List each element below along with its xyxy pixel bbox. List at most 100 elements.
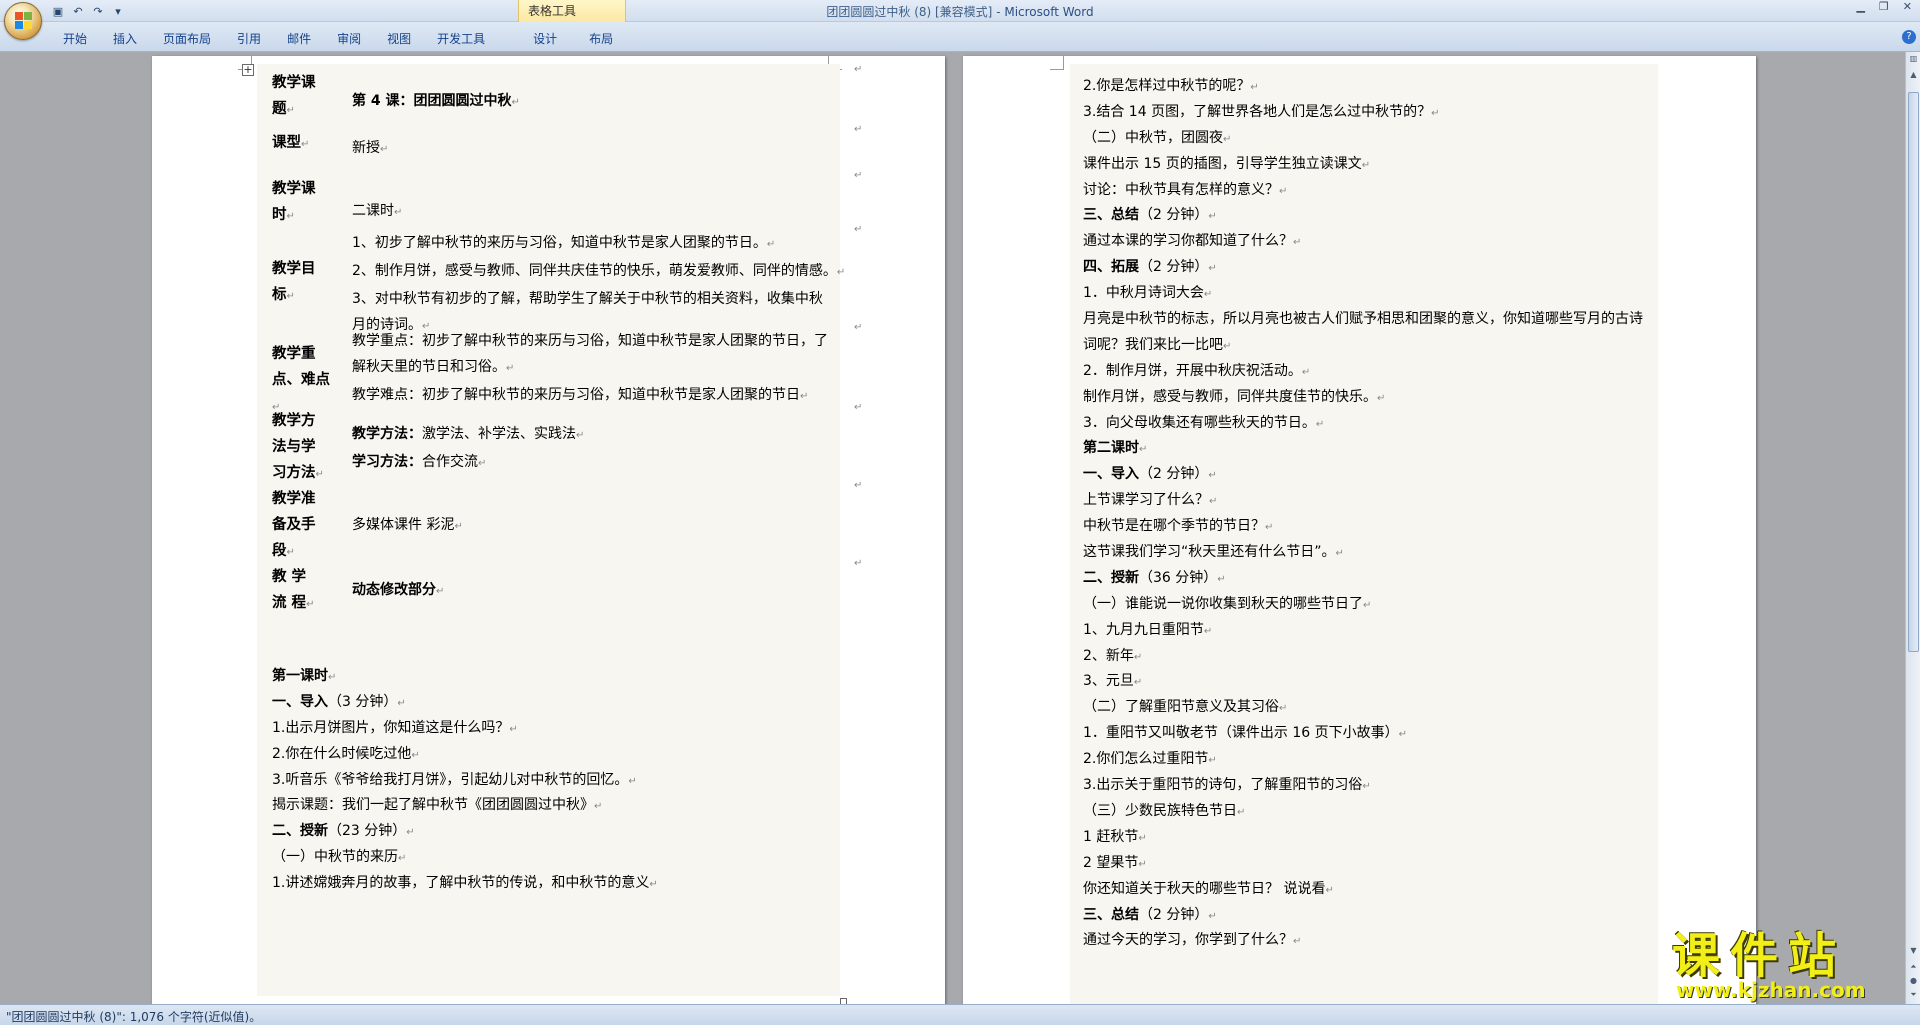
paragraph-mark-icon: ↵ — [286, 105, 295, 116]
text-line: 2、新年↵ — [1083, 644, 1653, 670]
tab-references[interactable]: 引用 — [224, 30, 274, 48]
paragraph-mark-icon: ↵ — [315, 469, 324, 480]
paragraph-mark-icon: ↵ — [1208, 755, 1217, 767]
end-of-row-mark-icon: ↵ — [854, 170, 863, 181]
row-content: 二课时↵ — [352, 198, 842, 226]
end-of-row-mark-icon: ↵ — [854, 64, 863, 75]
tab-developer[interactable]: 开发工具 — [424, 30, 498, 48]
vertical-scrollbar[interactable]: ▥ ▲ ▼ ⏶ ● ⏷ — [1905, 52, 1920, 1004]
table-row: 教学方 法与学 习方法↵ 教学方法：激学法、补学法、实践法↵ 学习方法：合作交流↵ ↵ — [272, 402, 862, 486]
browse-object-icon[interactable]: ● — [1907, 974, 1920, 988]
next-page-icon[interactable]: ⏷ — [1907, 988, 1920, 1002]
paragraph-mark-icon: ↵ — [511, 97, 520, 108]
tab-review[interactable]: 审阅 — [324, 30, 374, 48]
tab-design[interactable]: 设计 — [520, 30, 570, 48]
paragraph-mark-icon: ↵ — [1138, 832, 1147, 844]
text-line: （二）了解重阳节意义及其习俗↵ — [1083, 695, 1653, 721]
paragraph-mark-icon: ↵ — [628, 775, 637, 787]
paragraph-mark-icon: ↵ — [1223, 133, 1232, 145]
document-name: 团团圆圆过中秋 (8) [兼容模式] — [826, 5, 993, 19]
paragraph-mark-icon: ↵ — [1133, 651, 1143, 663]
text-line: 1、九月九日重阳节↵ — [1083, 618, 1653, 644]
title-separator: - — [992, 5, 1005, 19]
row-label: 教 学流 程↵ — [272, 564, 334, 618]
close-icon[interactable]: ✕ — [1903, 0, 1912, 13]
tab-insert[interactable]: 插入 — [100, 30, 150, 48]
line-text: 1.讲述嫦娥奔月的故事，了解中秋节的传说，和中秋节的意义 — [272, 875, 650, 892]
ruler-toggle-icon[interactable]: ▥ — [1907, 52, 1920, 66]
maximize-icon[interactable]: ❐ — [1879, 0, 1889, 13]
text-line: 1.讲述嫦娥奔月的故事，了解中秋节的传说，和中秋节的意义↵ — [272, 871, 832, 897]
office-button[interactable] — [4, 2, 42, 40]
text-line: 中秋节是在哪个季节的节日？↵ — [1083, 514, 1653, 540]
line-text: 通过本课的学习你都知道了什么？ — [1083, 233, 1293, 250]
scroll-thumb[interactable] — [1908, 92, 1919, 652]
text-line: 1．重阳节又叫敬老节（课件出示 16 页下小故事）↵ — [1083, 721, 1653, 747]
paragraph-mark-icon: ↵ — [380, 144, 389, 155]
heading-part: 二、授新 — [272, 823, 328, 840]
method-label: 教学方法： — [352, 426, 422, 442]
scroll-up-icon[interactable]: ▲ — [1907, 68, 1920, 82]
paragraph-mark-icon: ↵ — [1138, 858, 1147, 870]
row-label-line: 教学准 — [272, 491, 316, 507]
heading-part: 四、拓展 — [1083, 259, 1139, 276]
tab-layout[interactable]: 布局 — [576, 30, 626, 48]
paragraph-mark-icon: ↵ — [649, 879, 658, 891]
paragraph-mark-icon: ↵ — [1250, 82, 1259, 93]
text-line: 3．向父母收集还有哪些秋天的节日。↵ — [1083, 411, 1653, 437]
tab-mailings[interactable]: 邮件 — [274, 30, 324, 48]
row-label-line: 备及手 — [272, 517, 316, 533]
text-line-part: 词呢？我们来比一比吧↵ — [1083, 336, 1232, 353]
tab-home[interactable]: 开始 — [50, 30, 100, 48]
text-line: 月亮是中秋节的标志，所以月亮也被古人们赋予相思和团聚的意义，你知道哪些写月的古诗… — [1083, 307, 1653, 359]
paragraph-mark-icon: ↵ — [1223, 340, 1232, 352]
row-label: 教学课 题↵ — [272, 70, 334, 124]
row-content-line: 2、制作月饼，感受与教师、同伴共庆佳节的快乐，萌发爱教师、同伴的情感。↵ — [352, 263, 846, 279]
word-count-status[interactable]: "团团圆圆过中秋 (8)": 1,076 个字符(近似值)。 — [6, 1008, 261, 1025]
line-text: （一）谁能说一说你收集到秋天的哪些节日了 — [1083, 595, 1363, 612]
table-move-handle[interactable]: + — [242, 64, 254, 76]
margin-corner-top-left-right-page — [1050, 56, 1064, 70]
lesson-table: 教学课 题↵ 第 4 课：团团圆圆过中秋↵ ↵ 课型↵ 新授↵ ↵ 教学课 时↵ 二课时↵ ↵ 教学目… — [272, 64, 862, 670]
minimize-icon[interactable]: ▁ — [1856, 0, 1864, 13]
row-content-line: 第 4 课：团团圆圆过中秋↵ — [352, 93, 520, 109]
text-line: 1 赶秋节↵ — [1083, 825, 1653, 851]
paragraph-mark-icon: ↵ — [1279, 185, 1288, 197]
heading-rest: （36 分钟） — [1139, 569, 1218, 586]
line-text: 1.出示月饼图片，你知道这是什么吗？ — [272, 719, 510, 736]
text-line: 3、元旦↵ — [1083, 669, 1653, 695]
line-text: （二）中秋节，团圆夜 — [1083, 129, 1223, 146]
table-row: 教学重 点、难点↵ 教学重点：初步了解中秋节的来历与习俗，知道中秋节是家人团聚的节日… — [272, 322, 862, 413]
line-text: 2.你在什么时候吃过他 — [272, 745, 412, 762]
row-content: 动态修改部分↵ — [352, 577, 842, 605]
row-content: 新授↵ — [352, 135, 842, 163]
help-icon[interactable]: ? — [1902, 30, 1916, 44]
table-tools-label: 表格工具 — [528, 4, 577, 18]
tab-page-layout[interactable]: 页面布局 — [150, 30, 224, 48]
document-workspace: + 教学课 题↵ 第 4 课：团团圆圆过中秋↵ ↵ 课型↵ 新授↵ ↵ 教学课 时↵ 二课时↵ ↵ 教… — [0, 52, 1905, 1004]
paragraph-mark-icon: ↵ — [1301, 366, 1311, 378]
title-bar: ▣ ↶ ↷ ▾ 团团圆圆过中秋 (8) [兼容模式] - Microsoft W… — [0, 0, 1920, 22]
paragraph-mark-icon: ↵ — [1208, 211, 1217, 223]
line-text: 2．制作月饼，开展中秋庆祝活动。 — [1083, 362, 1302, 379]
line-text: 1 赶秋节 — [1083, 828, 1139, 845]
heading-rest: （2 分钟） — [1139, 466, 1209, 483]
paragraph-mark-icon: ↵ — [286, 547, 295, 558]
line-text: 1、九月九日重阳节 — [1083, 621, 1204, 638]
window-controls: ▁ ❐ ✕ — [1856, 0, 1912, 13]
paragraph-mark-icon: ↵ — [1315, 418, 1325, 430]
text-line: 揭示课题：我们一起了解中秋节《团团圆圆过中秋》↵ — [272, 793, 832, 819]
paragraph-mark-icon: ↵ — [301, 139, 310, 150]
text-line: 2.你是怎样过中秋节的呢？↵ — [1083, 74, 1653, 100]
text-line: 通过今天的学习，你学到了什么？↵ — [1083, 928, 1653, 954]
paragraph-mark-icon: ↵ — [1208, 910, 1217, 922]
paragraph-mark-icon: ↵ — [1203, 289, 1213, 301]
row-content-line: 教学重点：初步了解中秋节的来历与习俗，知道中秋节是家人团聚的节日，了 — [352, 333, 828, 349]
line-text: 中秋节是在哪个季节的节日？ — [1083, 518, 1265, 535]
line-text: （三）少数民族特色节日 — [1083, 802, 1237, 819]
row-content-line: 学习方法：合作交流↵ — [352, 449, 842, 477]
scroll-down-icon[interactable]: ▼ — [1907, 944, 1920, 958]
previous-page-icon[interactable]: ⏶ — [1907, 960, 1920, 974]
tab-view[interactable]: 视图 — [374, 30, 424, 48]
line-text: 1．中秋月诗词大会 — [1083, 285, 1204, 302]
